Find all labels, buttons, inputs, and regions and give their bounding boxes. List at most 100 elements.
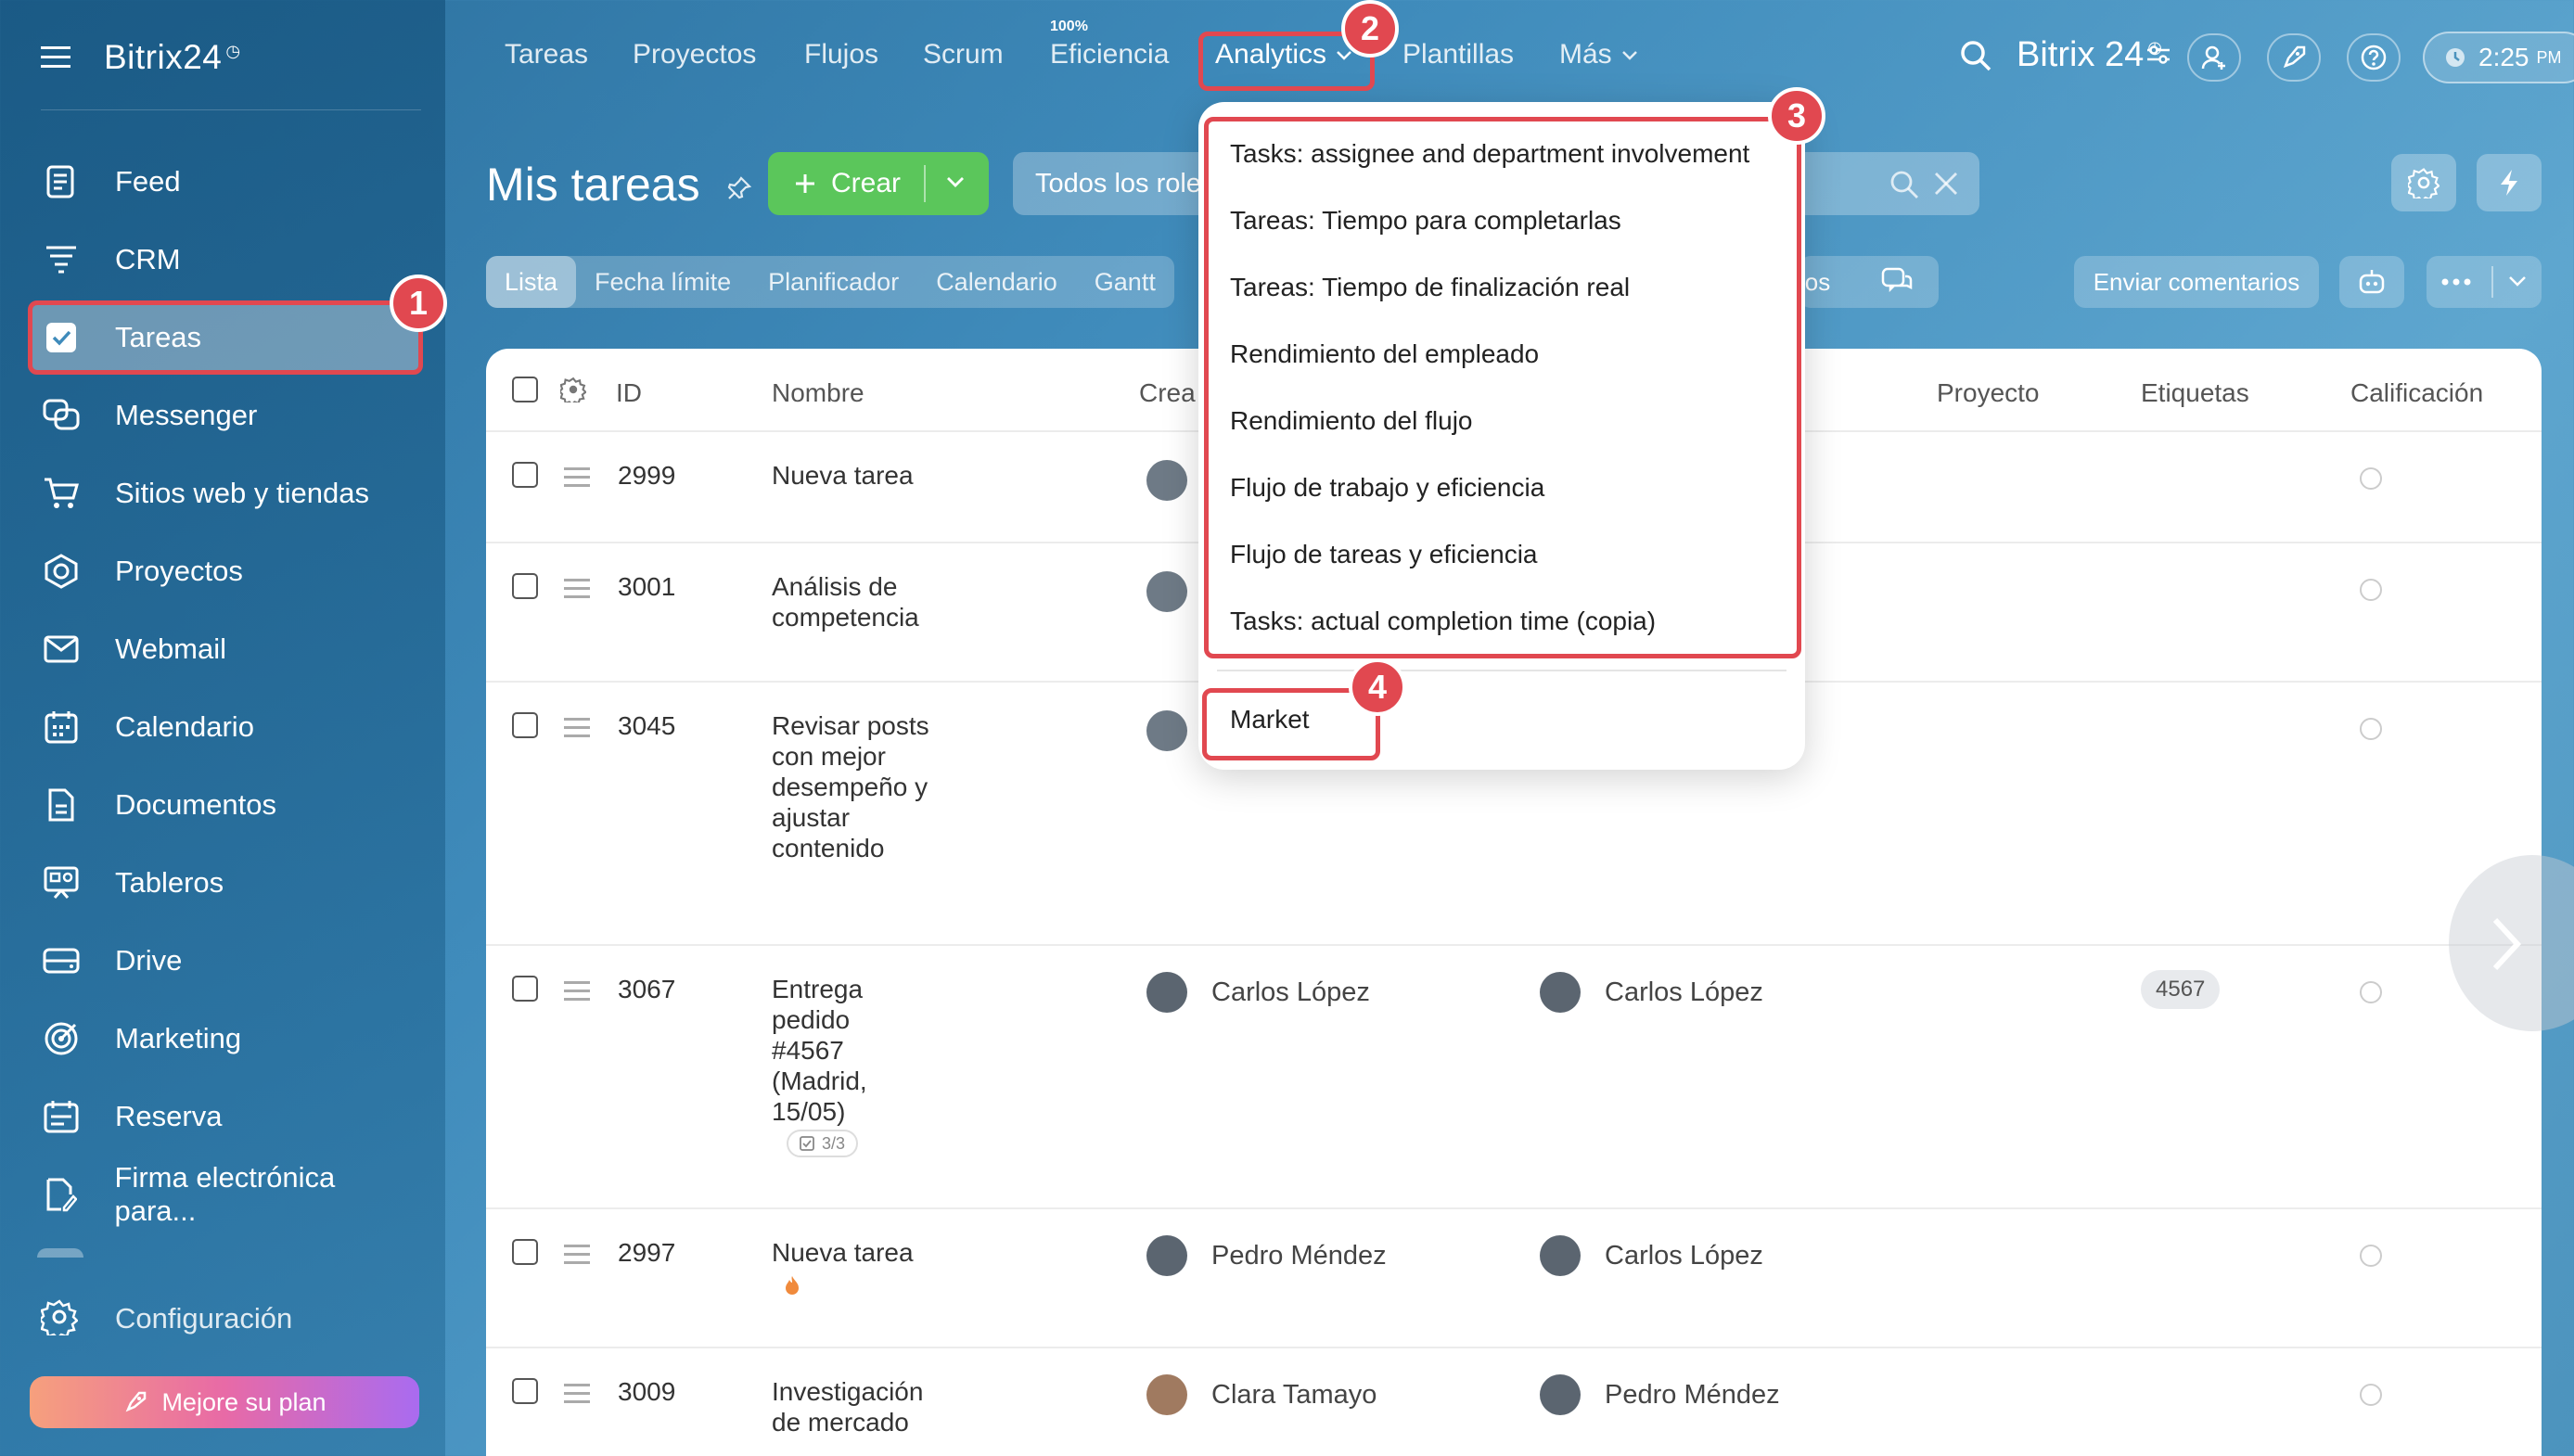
tab-deadline[interactable]: Fecha límite [576, 256, 749, 308]
task-name[interactable]: Análisis de competencia [772, 571, 939, 632]
highlight-report-list [1204, 117, 1801, 658]
sidebar-item-messenger[interactable]: Messenger [28, 380, 421, 451]
responsible-cell[interactable]: Carlos López [1540, 972, 1763, 1013]
header-project[interactable]: Proyecto [1937, 378, 2040, 408]
filter-sliders-icon[interactable] [2145, 41, 2172, 69]
task-name[interactable]: Nueva tarea [772, 460, 939, 491]
create-task-button[interactable]: Crear [768, 152, 989, 215]
sidebar-item-boards[interactable]: Tableros [28, 848, 421, 918]
row-checkbox[interactable] [512, 976, 538, 1002]
sidebar-item-projects[interactable]: Proyectos [28, 536, 421, 607]
send-feedback-button[interactable]: Enviar comentarios [2074, 256, 2319, 308]
sidebar-item-marketing[interactable]: Marketing [28, 1003, 421, 1074]
column-settings-icon[interactable] [560, 377, 586, 402]
sidebar-item-booking[interactable]: Reserva [28, 1081, 421, 1152]
sidebar-item-feed[interactable]: Feed [28, 147, 421, 217]
drag-handle-icon[interactable] [564, 981, 590, 1006]
sidebar-item-e-signature[interactable]: Firma electrónica para... [28, 1159, 421, 1230]
tab-gantt[interactable]: Gantt [1076, 256, 1174, 308]
header-creator[interactable]: Crea [1139, 378, 1196, 408]
task-name[interactable]: Revisar posts con mejor desempeño y ajus… [772, 710, 929, 863]
nav-mas[interactable]: Más [1559, 39, 1638, 70]
drag-handle-icon[interactable] [564, 579, 590, 604]
ai-assistant-button[interactable] [2339, 256, 2404, 308]
header-brand-name[interactable]: Bitrix 24 [2017, 35, 2144, 75]
rating-indicator[interactable] [2360, 718, 2382, 740]
select-all-checkbox[interactable] [512, 377, 538, 402]
table-row[interactable]: 3009 Investigación de mercado Clara Tama… [486, 1347, 2542, 1456]
header-name[interactable]: Nombre [772, 378, 864, 408]
nav-tareas[interactable]: Tareas [505, 39, 588, 70]
tab-list[interactable]: Lista [486, 256, 577, 308]
brand-logo[interactable]: Bitrix24 [104, 38, 222, 77]
tag-badge[interactable]: 4567 [2141, 970, 2221, 1009]
settings-button[interactable] [2391, 154, 2456, 211]
search-icon[interactable] [1889, 169, 1920, 200]
responsible-name: Carlos López [1605, 1240, 1763, 1271]
rating-indicator[interactable] [2360, 467, 2382, 490]
sidebar-item-settings[interactable]: Configuración [28, 1284, 421, 1354]
pin-icon[interactable] [726, 175, 752, 201]
task-name[interactable]: Investigación de mercado [772, 1376, 957, 1437]
drag-handle-icon[interactable] [564, 718, 590, 743]
sidebar-item-calendar[interactable]: Calendario [28, 692, 421, 762]
sidebar: Bitrix24 ◷ Feed CRM Tareas Messenger Sit… [0, 0, 445, 1456]
row-checkbox[interactable] [512, 462, 538, 488]
sidebar-item-webmail[interactable]: Webmail [28, 614, 421, 684]
rating-indicator[interactable] [2360, 1245, 2382, 1267]
tab-overflow-pill[interactable]: ios [1799, 256, 1939, 308]
nav-plantillas[interactable]: Plantillas [1402, 39, 1514, 70]
creator-cell[interactable]: Carlos López [1146, 972, 1370, 1013]
more-actions-button[interactable] [2427, 256, 2542, 308]
invite-user-button[interactable] [2187, 33, 2241, 82]
drag-handle-icon[interactable] [564, 1245, 590, 1270]
help-button[interactable] [2347, 33, 2401, 82]
callout-badge-3: 3 [1768, 87, 1825, 145]
upgrade-plan-button[interactable]: Mejore su plan [30, 1376, 419, 1428]
sidebar-item-crm[interactable]: CRM [28, 224, 421, 295]
rating-indicator[interactable] [2360, 1384, 2382, 1406]
row-checkbox[interactable] [512, 712, 538, 738]
task-id: 3045 [618, 711, 676, 740]
creator-cell[interactable]: Clara Tamayo [1146, 1374, 1377, 1415]
responsible-cell[interactable]: Pedro Méndez [1540, 1374, 1780, 1415]
workday-clock[interactable]: 2:25 PM [2423, 32, 2574, 83]
table-row[interactable]: 2997 Nueva tarea Pedro Méndez Carlos Lóp… [486, 1207, 2542, 1347]
nav-flujos[interactable]: Flujos [804, 39, 878, 70]
responsible-cell[interactable]: Carlos López [1540, 1235, 1763, 1276]
creator-cell[interactable]: Pedro Méndez [1146, 1235, 1387, 1276]
avatar[interactable] [1146, 460, 1187, 501]
drag-handle-icon[interactable] [564, 467, 590, 492]
sidebar-item-sites[interactable]: Sitios web y tiendas [28, 458, 421, 529]
nav-eficiencia[interactable]: Eficiencia [1050, 39, 1169, 70]
chevron-down-icon[interactable] [946, 176, 965, 189]
tab-planner[interactable]: Planificador [749, 256, 917, 308]
header-id[interactable]: ID [616, 378, 642, 408]
nav-scrum[interactable]: Scrum [923, 39, 1004, 70]
filter-role-label: Todos los role [1035, 168, 1201, 198]
hamburger-menu-icon[interactable] [41, 45, 70, 70]
rating-indicator[interactable] [2360, 981, 2382, 1003]
header-tags[interactable]: Etiquetas [2141, 378, 2249, 408]
avatar[interactable] [1146, 571, 1187, 612]
row-checkbox[interactable] [512, 1239, 538, 1265]
clear-search-icon[interactable] [1933, 171, 1959, 197]
rocket-button[interactable] [2267, 33, 2321, 82]
row-checkbox[interactable] [512, 1378, 538, 1404]
drag-handle-icon[interactable] [564, 1384, 590, 1409]
task-name[interactable]: Nueva tarea [772, 1237, 939, 1268]
subtask-counter[interactable]: 3/3 [787, 1130, 859, 1157]
table-row[interactable]: 3067 Entrega pedido #4567 (Madrid, 15/05… [486, 944, 2542, 1207]
cart-icon [41, 473, 82, 514]
row-checkbox[interactable] [512, 573, 538, 599]
task-name[interactable]: Entrega pedido #4567 (Madrid, 15/05) [772, 974, 902, 1127]
rating-indicator[interactable] [2360, 579, 2382, 601]
search-icon[interactable] [1959, 39, 1992, 72]
tab-calendar[interactable]: Calendario [917, 256, 1076, 308]
automation-button[interactable] [2477, 154, 2542, 211]
sidebar-item-drive[interactable]: Drive [28, 926, 421, 996]
nav-proyectos[interactable]: Proyectos [633, 39, 756, 70]
header-rating[interactable]: Calificación [2350, 378, 2483, 408]
avatar[interactable] [1146, 710, 1187, 751]
sidebar-item-documents[interactable]: Documentos [28, 770, 421, 840]
